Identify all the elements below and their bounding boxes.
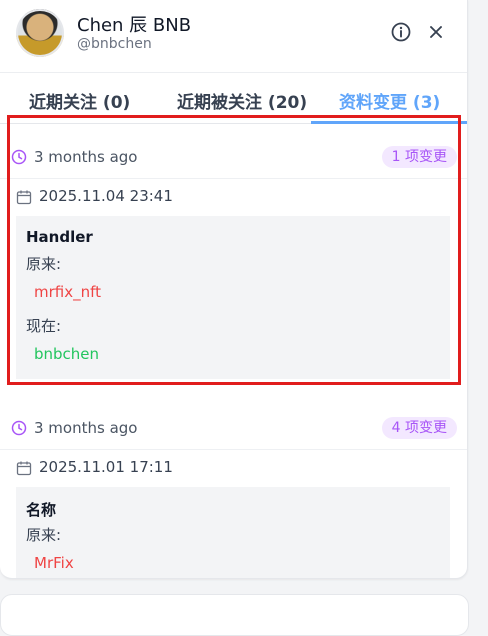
calendar-icon xyxy=(16,461,32,476)
profile-handle: @bnbchen xyxy=(77,36,152,52)
next-panel-card xyxy=(0,594,469,636)
tab-profile-changes[interactable]: 资料变更 (3) xyxy=(339,88,440,113)
close-icon-glyph xyxy=(430,26,442,38)
highlight-annotation xyxy=(7,115,461,385)
info-icon[interactable] xyxy=(390,21,412,43)
info-icon-glyph xyxy=(391,22,411,42)
old-value: MrFix xyxy=(34,554,74,572)
change-date: 2025.11.01 17:11 xyxy=(39,458,173,476)
tab-recent-following[interactable]: 近期关注 (0) xyxy=(29,88,130,113)
avatar[interactable] xyxy=(16,9,64,57)
changed-field-name: 名称 xyxy=(26,501,57,519)
profile-header: Chen 辰 BNB @bnbchen xyxy=(0,0,467,73)
clock-icon xyxy=(11,420,27,436)
old-value-label: 原来: xyxy=(26,526,62,544)
close-icon[interactable] xyxy=(425,21,447,43)
tab-recent-followers[interactable]: 近期被关注 (20) xyxy=(177,88,307,113)
profile-name: Chen 辰 BNB xyxy=(77,15,192,36)
change-count-badge: 4 项变更 xyxy=(381,417,457,439)
change-entry-header: 3 months ago 4 项变更 xyxy=(0,409,467,450)
change-detail-box: 名称 原来: MrFix xyxy=(16,487,450,578)
time-ago: 3 months ago xyxy=(34,419,138,437)
